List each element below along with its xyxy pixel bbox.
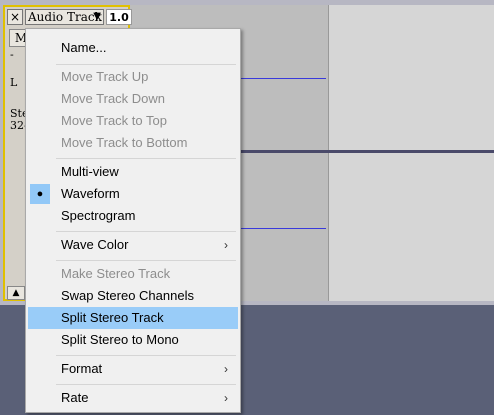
waveform-line [230, 78, 326, 79]
menu-item-label: Name... [61, 40, 107, 55]
menu-item-rate[interactable]: Rate › [28, 387, 238, 409]
waveform-empty-region [328, 5, 494, 150]
close-track-button[interactable]: × [7, 9, 23, 25]
track-context-menu: Name... Move Track Up Move Track Down Mo… [25, 28, 241, 413]
menu-item-label: Multi-view [61, 164, 119, 179]
menu-separator [56, 260, 236, 261]
menu-separator [56, 158, 236, 159]
scale-mark: - [10, 48, 14, 61]
waveform-line [230, 228, 326, 229]
submenu-arrow-icon: › [224, 238, 228, 252]
menu-item-label: Split Stereo to Mono [61, 332, 179, 347]
menu-separator [56, 384, 236, 385]
menu-item-waveform[interactable]: ● Waveform [28, 183, 238, 205]
menu-item-move-track-to-bottom: Move Track to Bottom [28, 132, 238, 154]
menu-item-move-track-down: Move Track Down [28, 88, 238, 110]
menu-item-wave-color[interactable]: Wave Color › [28, 234, 238, 256]
menu-item-label: Move Track Down [61, 91, 166, 106]
menu-separator [56, 355, 236, 356]
waveform-empty-region [328, 153, 494, 301]
menu-item-format[interactable]: Format › [28, 358, 238, 380]
checked-bullet-icon: ● [30, 184, 50, 204]
submenu-arrow-icon: › [224, 362, 228, 376]
menu-item-label: Split Stereo Track [61, 310, 164, 325]
menu-item-label: Spectrogram [61, 208, 136, 223]
menu-item-label: Wave Color [61, 237, 129, 252]
track-name-menu-button[interactable]: Audio Track ▼ [25, 9, 104, 25]
menu-item-label: Move Track to Bottom [61, 135, 188, 150]
menu-item-spectrogram[interactable]: Spectrogram [28, 205, 238, 227]
submenu-arrow-icon: › [224, 391, 228, 405]
collapse-track-button[interactable]: ▲ [7, 286, 25, 300]
menu-item-split-stereo-to-mono[interactable]: Split Stereo to Mono [28, 329, 238, 351]
menu-item-label: Swap Stereo Channels [61, 288, 194, 303]
menu-separator [56, 231, 236, 232]
menu-item-label: Move Track to Top [61, 113, 167, 128]
track-name-label: Audio Track [28, 10, 102, 24]
left-channel-label: L [10, 76, 18, 89]
track-gain-value: 1.0 [106, 9, 132, 25]
menu-item-name[interactable]: Name... [28, 37, 238, 59]
menu-item-split-stereo-track[interactable]: Split Stereo Track [28, 307, 238, 329]
menu-item-move-track-up: Move Track Up [28, 66, 238, 88]
menu-item-label: Make Stereo Track [61, 266, 171, 281]
menu-item-multi-view[interactable]: Multi-view [28, 161, 238, 183]
menu-item-label: Format [61, 361, 103, 376]
menu-item-swap-stereo-channels[interactable]: Swap Stereo Channels [28, 285, 238, 307]
menu-item-label: Waveform [61, 186, 120, 201]
menu-item-label: Rate [61, 390, 89, 405]
menu-item-make-stereo-track: Make Stereo Track [28, 263, 238, 285]
menu-item-label: Move Track Up [61, 69, 149, 84]
menu-item-move-track-to-top: Move Track to Top [28, 110, 238, 132]
dropdown-arrow-icon: ▼ [93, 11, 101, 22]
menu-separator [56, 64, 236, 65]
